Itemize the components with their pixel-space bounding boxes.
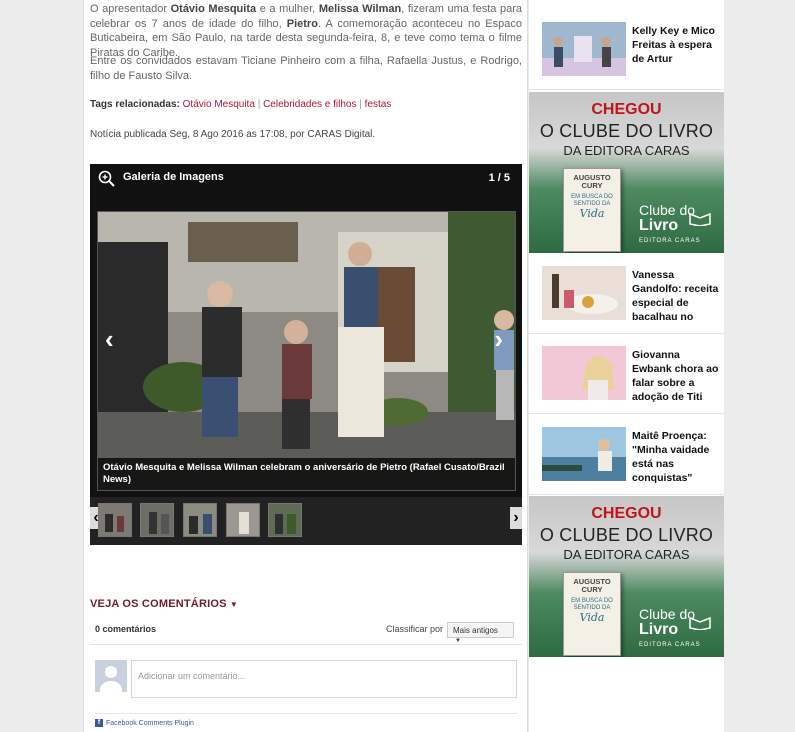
- comment-input[interactable]: Adicionar um comentário...: [131, 660, 517, 698]
- ad-headline: O CLUBE DO LIVRO: [539, 121, 714, 141]
- book-logo-icon: [689, 212, 711, 226]
- ad-subheadline: DA EDITORA CARAS: [563, 143, 690, 158]
- sidebar-news-item[interactable]: Kelly Key e Mico Freitas à espera de Art…: [529, 10, 724, 90]
- comments-toggle[interactable]: VEJA OS COMENTÁRIOS ▼: [90, 598, 238, 610]
- logo-editora: EDITORA CARAS: [639, 238, 701, 244]
- tag-separator: |: [257, 99, 261, 110]
- ad-chegou: CHEGOU: [591, 505, 662, 522]
- logo-clube: Clube do: [639, 606, 696, 622]
- default-avatar-icon: [95, 660, 127, 692]
- logo-livro: Livro: [639, 217, 679, 234]
- gallery-caption: Otávio Mesquita e Melissa Wilman celebra…: [98, 458, 515, 490]
- plugin-label: Facebook Comments Plugin: [106, 719, 194, 727]
- news-thumbnail[interactable]: [542, 346, 626, 400]
- book-logo-icon: [689, 616, 711, 630]
- logo-livro: Livro: [639, 621, 679, 638]
- gallery-title: Galeria de Imagens: [123, 171, 224, 183]
- thumbnail-image: [227, 504, 259, 536]
- ad-chegou: CHEGOU: [591, 101, 662, 118]
- gallery-main-photo[interactable]: ‹ › Otávio Mesquita e Melissa Wilman cel…: [97, 211, 516, 491]
- gallery-thumbnail[interactable]: [98, 503, 132, 537]
- gallery-next-arrow[interactable]: ›: [494, 324, 503, 355]
- bold-name-pietro: Pietro: [286, 17, 318, 30]
- divider: [90, 644, 522, 645]
- sidebar-news-item[interactable]: Vanessa Gandolfo: receita especial de ba…: [529, 254, 724, 334]
- book-cover: AUGUSTO CURY EM BUSCA DO SENTIDO DA Vida: [563, 168, 621, 252]
- thumbnail-image: [269, 504, 301, 536]
- caret-down-icon: ▼: [229, 600, 239, 609]
- tag-separator: |: [359, 99, 362, 110]
- text-segment: O apresentador: [90, 3, 171, 15]
- book-title: EM BUSCA DO SENTIDO DA: [571, 194, 613, 207]
- party-photo-illustration: [98, 212, 515, 490]
- book-title: EM BUSCA DO SENTIDO DA: [571, 598, 613, 611]
- gallery-prev-arrow[interactable]: ‹: [105, 324, 114, 355]
- comments-header-label: VEJA OS COMENTÁRIOS: [90, 598, 227, 610]
- sort-value: Mais antigos: [453, 626, 498, 635]
- news-thumbnail-image: [542, 266, 626, 320]
- news-thumbnail-image: [542, 427, 626, 481]
- tag-link-celebridades[interactable]: Celebridades e filhos: [263, 99, 356, 110]
- news-title[interactable]: Kelly Key e Mico Freitas à espera de Art…: [632, 24, 720, 66]
- sort-label: Classificar por: [386, 624, 444, 634]
- facebook-icon: f: [95, 719, 103, 727]
- gallery-header: Galeria de Imagens 1 / 5: [90, 164, 522, 198]
- gallery-thumbnail-strip: ‹ ›: [90, 497, 522, 545]
- avatar: [95, 660, 127, 692]
- article-paragraph-1: O apresentador Otávio Mesquita e a mulhe…: [90, 2, 522, 60]
- news-thumbnail[interactable]: [542, 266, 626, 320]
- ad-subheadline: DA EDITORA CARAS: [563, 547, 690, 562]
- tag-link-otavio[interactable]: Otávio Mesquita: [183, 99, 255, 110]
- strip-next-arrow[interactable]: ›: [510, 507, 522, 529]
- sidebar-news-item[interactable]: Maitê Proença: "Minha vaidade está nas c…: [529, 415, 724, 495]
- logo-clube: Clube do: [639, 202, 696, 218]
- main-column: O apresentador Otávio Mesquita e a mulhe…: [83, 0, 528, 732]
- book-author: AUGUSTO CURY: [573, 577, 611, 594]
- publish-info: Notícia publicada Seg, 8 Ago 2016 as 17:…: [90, 129, 376, 140]
- news-title[interactable]: Maitê Proença: "Minha vaidade está nas c…: [632, 429, 720, 485]
- article-paragraph-2: Entre os convidados estavam Ticiane Pinh…: [90, 55, 522, 82]
- news-title[interactable]: Vanessa Gandolfo: receita especial de ba…: [632, 268, 720, 324]
- news-thumbnail[interactable]: [542, 427, 626, 481]
- gallery-thumbnail[interactable]: [183, 503, 217, 537]
- gallery-thumbnail[interactable]: [226, 503, 260, 537]
- facebook-comments-plugin-link[interactable]: f Facebook Comments Plugin: [95, 719, 194, 727]
- clube-do-livro-ad[interactable]: CHEGOU O CLUBE DO LIVRO DA EDITORA CARAS…: [529, 496, 724, 657]
- clube-do-livro-ad[interactable]: CHEGOU O CLUBE DO LIVRO DA EDITORA CARAS…: [529, 92, 724, 253]
- sidebar: Kelly Key e Mico Freitas à espera de Art…: [529, 0, 724, 732]
- news-thumbnail-image: [542, 346, 626, 400]
- book-cover: AUGUSTO CURY EM BUSCA DO SENTIDO DA Vida: [563, 572, 621, 656]
- tag-link-festas[interactable]: festas: [365, 99, 392, 110]
- text-segment: e a mulher,: [256, 3, 319, 15]
- sort-order-select[interactable]: Mais antigos ▼: [447, 622, 514, 644]
- gallery-thumbnail[interactable]: [140, 503, 174, 537]
- gallery-thumbnail[interactable]: [268, 503, 302, 537]
- comment-count: 0 comentários: [95, 624, 157, 634]
- gallery-counter: 1 / 5: [488, 172, 510, 184]
- news-thumbnail[interactable]: [542, 22, 626, 76]
- news-title[interactable]: Giovanna Ewbank chora ao falar sobre a a…: [632, 348, 720, 404]
- tags-label: Tags relacionadas:: [90, 99, 180, 110]
- book-author: AUGUSTO CURY: [573, 173, 611, 190]
- thumbnail-image: [141, 504, 173, 536]
- related-tags: Tags relacionadas: Otávio Mesquita | Cel…: [90, 99, 391, 110]
- thumbnail-image: [99, 504, 131, 536]
- zoom-in-icon[interactable]: [97, 169, 117, 189]
- bold-name-otavio: Otávio Mesquita: [170, 3, 257, 15]
- book-title-vida: Vida: [579, 207, 605, 220]
- logo-editora: EDITORA CARAS: [639, 642, 701, 648]
- news-thumbnail-image: [542, 22, 626, 76]
- divider: [95, 713, 517, 714]
- ad-headline: O CLUBE DO LIVRO: [539, 525, 714, 545]
- sidebar-news-item[interactable]: Giovanna Ewbank chora ao falar sobre a a…: [529, 334, 724, 414]
- thumbnail-image: [184, 504, 216, 536]
- bold-name-melissa: Melissa Wilman: [318, 3, 402, 15]
- book-title-vida: Vida: [579, 611, 605, 624]
- image-gallery: Galeria de Imagens 1 / 5 ‹ › Otávio Mesq…: [90, 164, 522, 545]
